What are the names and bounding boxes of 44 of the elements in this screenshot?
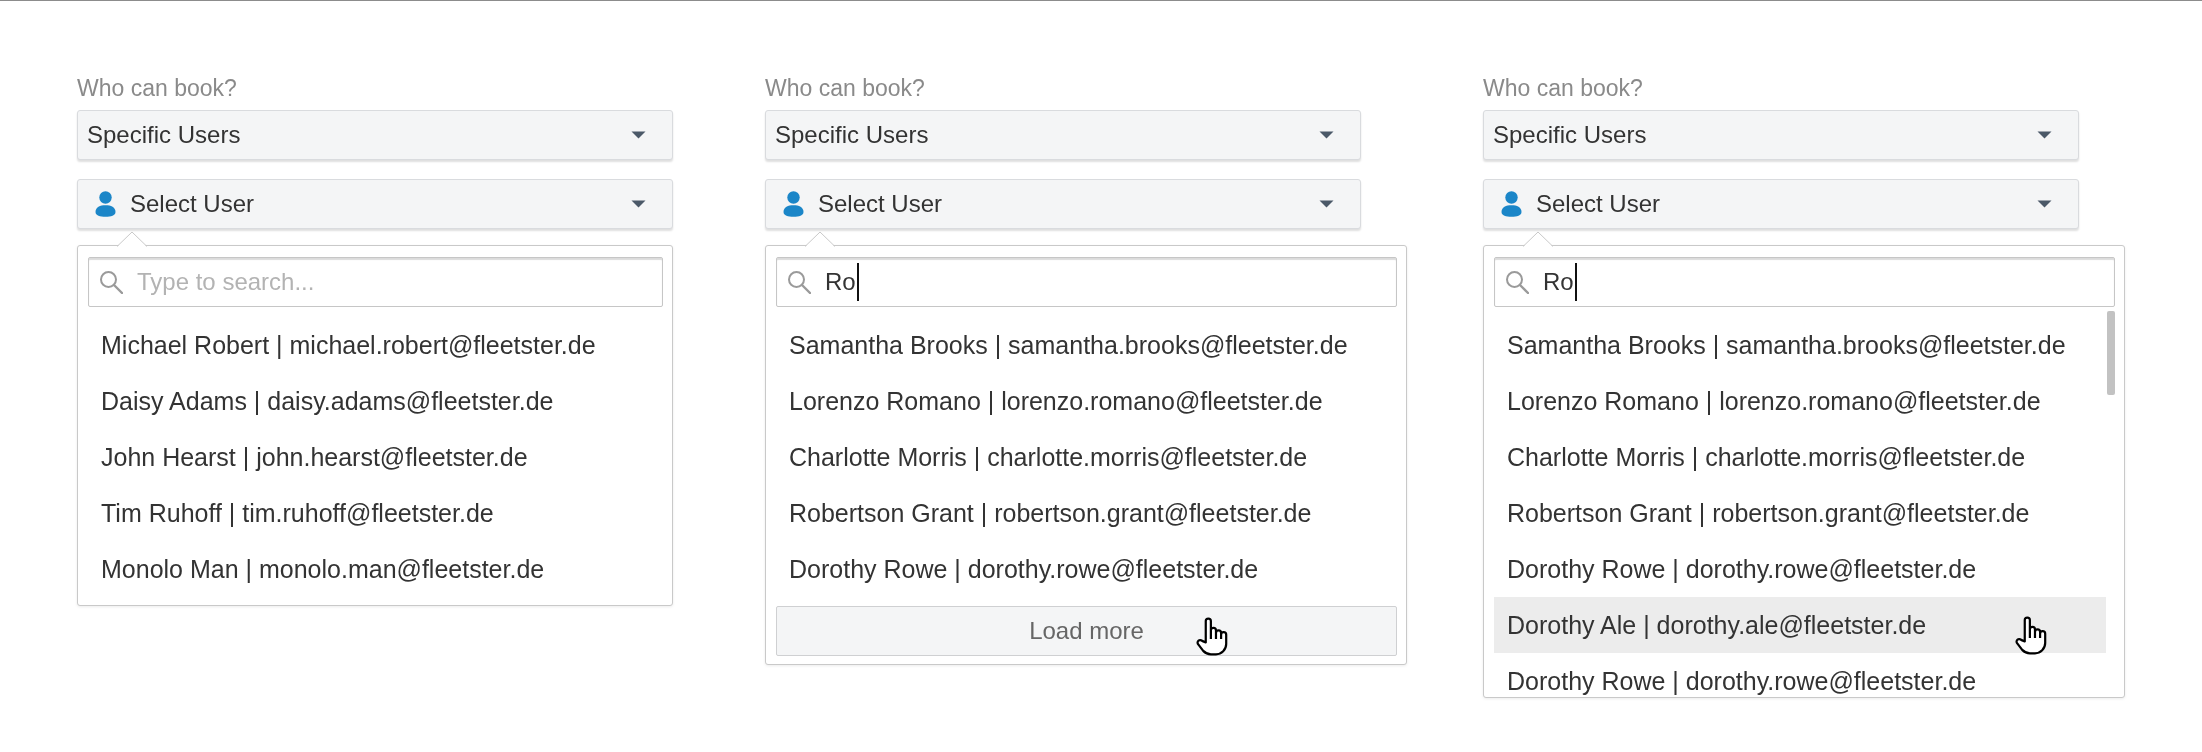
caret-down-icon <box>631 131 646 139</box>
user-option[interactable]: Tim Ruhoff | tim.ruhoff@fleetster.de <box>88 485 663 541</box>
caret-down-icon <box>1319 131 1334 139</box>
user-icon <box>95 191 116 217</box>
search-icon <box>99 270 123 294</box>
caret-down-icon <box>1319 200 1334 208</box>
user-select[interactable]: Select User <box>765 179 1361 229</box>
caret-down-icon <box>631 200 646 208</box>
search-icon <box>1505 270 1529 294</box>
user-select[interactable]: Select User <box>77 179 673 229</box>
user-option[interactable]: Lorenzo Romano | lorenzo.romano@fleetster.de <box>776 373 1397 429</box>
user-option[interactable]: Monolo Man | monolo.man@fleetster.de <box>88 541 663 597</box>
scrollbar-thumb[interactable] <box>2107 311 2115 395</box>
search-field[interactable]: Ro <box>776 257 1397 307</box>
search-icon <box>787 270 811 294</box>
user-option[interactable]: John Hearst | john.hearst@fleetster.de <box>88 429 663 485</box>
user-option[interactable]: Michael Robert | michael.robert@fleetster.de <box>88 317 663 373</box>
load-more-button[interactable]: Load more <box>776 606 1397 656</box>
user-option[interactable]: Charlotte Morris | charlotte.morris@fleetster.de <box>1494 429 2106 485</box>
search-field[interactable]: Ro <box>1494 257 2115 307</box>
user-option[interactable]: Dorothy Rowe | dorothy.rowe@fleetster.de <box>1494 541 2106 597</box>
user-icon <box>783 191 804 217</box>
user-select[interactable]: Select User <box>1483 179 2079 229</box>
user-option[interactable]: Lorenzo Romano | lorenzo.romano@fleetster.de <box>1494 373 2106 429</box>
caret-down-icon <box>2037 131 2052 139</box>
text-cursor-icon <box>1574 263 1577 301</box>
user-option[interactable]: Robertson Grant | robertson.grant@fleetster.de <box>1494 485 2106 541</box>
field-label: Who can book? <box>1483 74 1643 102</box>
text-cursor-icon <box>856 263 859 301</box>
access-select[interactable]: Specific Users <box>765 110 1361 160</box>
access-select[interactable]: Specific Users <box>1483 110 2079 160</box>
user-icon <box>1501 191 1522 217</box>
user-option[interactable]: Dorothy Rowe | dorothy.rowe@fleetster.de <box>1494 653 2106 697</box>
user-option[interactable]: Samantha Brooks | samantha.brooks@fleetster.de <box>776 317 1397 373</box>
caret-down-icon <box>2037 200 2052 208</box>
user-option[interactable]: Samantha Brooks | samantha.brooks@fleetster.de <box>1494 317 2106 373</box>
field-label: Who can book? <box>77 74 237 102</box>
user-option[interactable]: Dorothy Ale | dorothy.ale@fleetster.de <box>1494 597 2106 653</box>
access-select[interactable]: Specific Users <box>77 110 673 160</box>
user-option[interactable]: Charlotte Morris | charlotte.morris@fleetster.de <box>776 429 1397 485</box>
user-option[interactable]: Daisy Adams | daisy.adams@fleetster.de <box>88 373 663 429</box>
user-option[interactable]: Dorothy Rowe | dorothy.rowe@fleetster.de <box>776 541 1397 597</box>
field-label: Who can book? <box>765 74 925 102</box>
user-option[interactable]: Robertson Grant | robertson.grant@fleetster.de <box>776 485 1397 541</box>
